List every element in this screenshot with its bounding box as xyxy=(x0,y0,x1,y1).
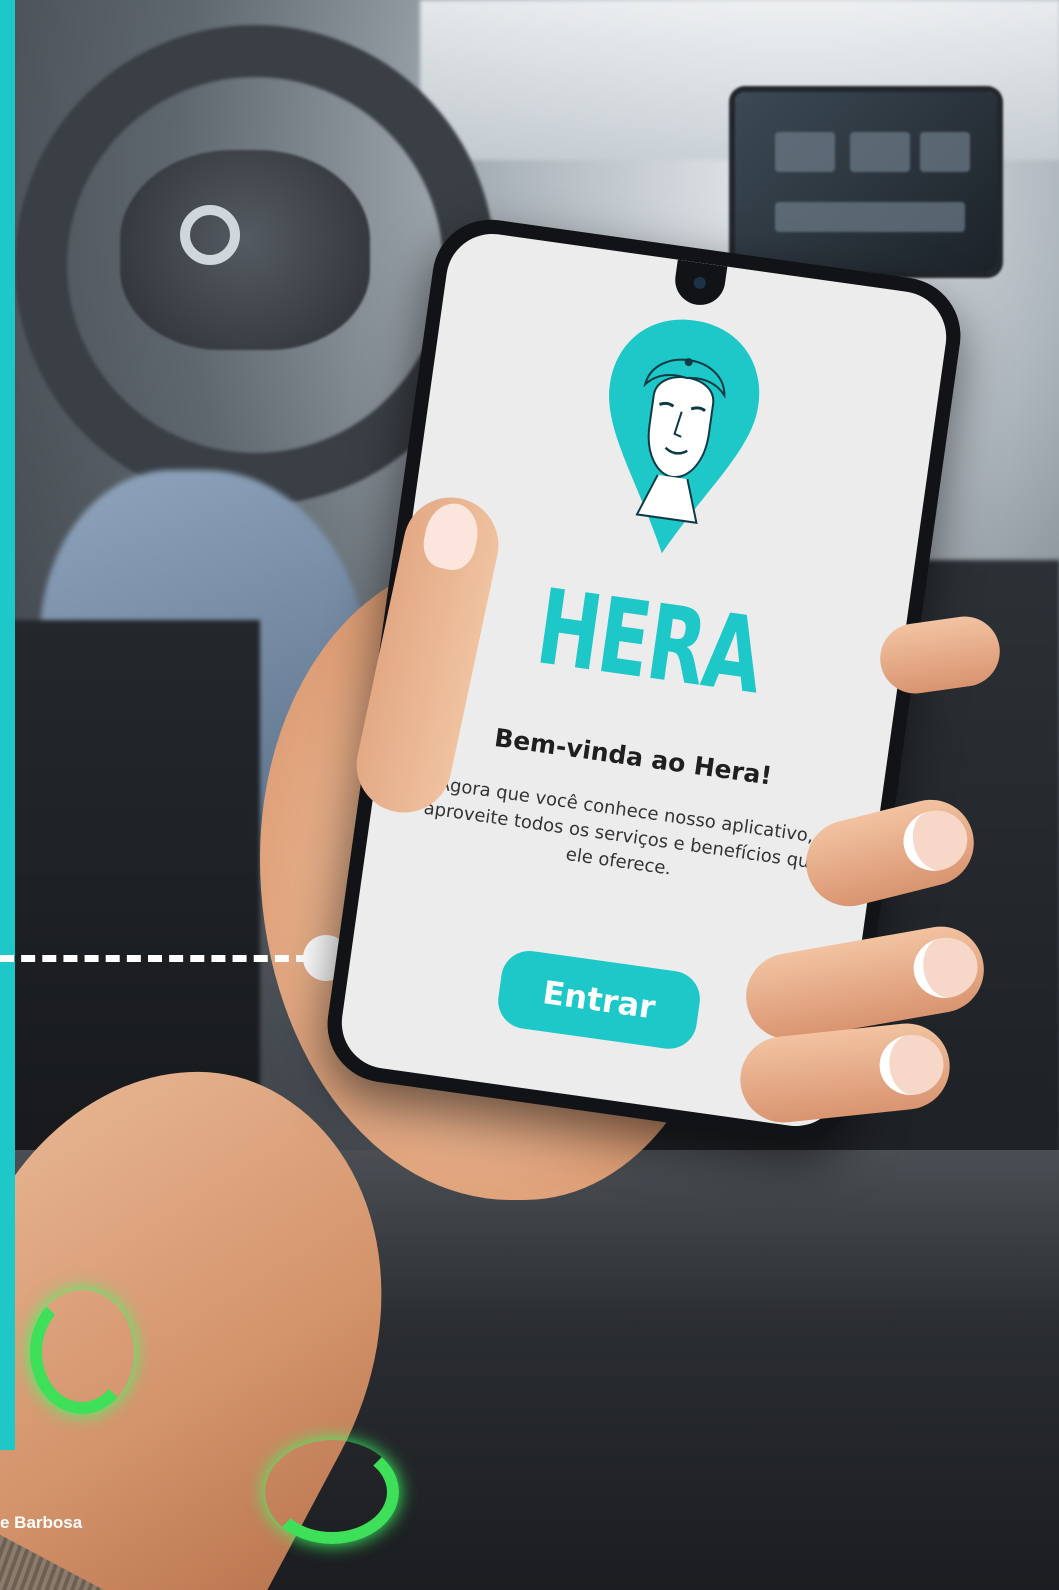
steering-logo-icon xyxy=(180,205,240,265)
green-bracelet xyxy=(30,1290,134,1414)
accent-bar xyxy=(0,0,15,1450)
hera-logo-text: HERA xyxy=(530,565,769,718)
photo-credit: e Barbosa xyxy=(0,1513,83,1532)
woman-face-location-pin-icon xyxy=(587,310,769,568)
enter-button[interactable]: Entrar xyxy=(494,947,704,1053)
steering-wheel-hub xyxy=(120,150,370,350)
green-bracelet xyxy=(265,1440,399,1544)
dashboard-screen xyxy=(735,92,997,272)
car-interior-scene: HERA Bem-vinda ao Hera! Agora que você c… xyxy=(0,0,1059,1590)
thumb-nail xyxy=(418,498,484,575)
dashed-connector xyxy=(0,955,310,962)
